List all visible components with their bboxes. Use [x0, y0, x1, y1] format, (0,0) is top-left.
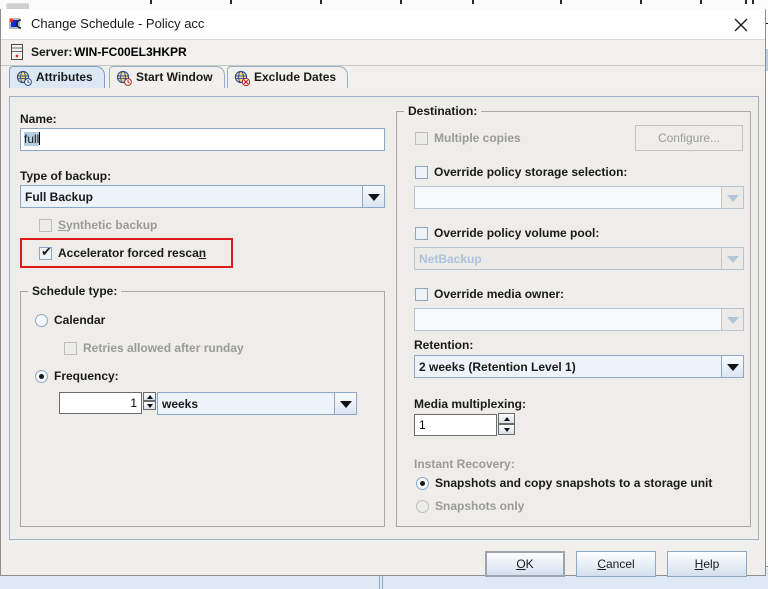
dialog-title: Change Schedule - Policy acc: [31, 16, 205, 31]
frequency-unit-value: weeks: [162, 397, 199, 411]
tab-strip: Attributes Start Window Exclude Dates: [1, 66, 765, 88]
cancel-button[interactable]: Cancel: [576, 551, 656, 577]
media-multiplexing-spinner[interactable]: [498, 413, 515, 435]
close-icon[interactable]: [725, 13, 757, 35]
type-of-backup-value: Full Backup: [25, 190, 94, 204]
frequency-label: Frequency:: [54, 369, 119, 383]
instant-recovery-label: Instant Recovery:: [414, 457, 515, 471]
server-icon: [11, 44, 23, 60]
media-multiplexing-value: 1: [419, 418, 426, 432]
chevron-down-icon[interactable]: [334, 393, 356, 414]
synthetic-backup-label: Synthetic backup: [58, 218, 158, 232]
retention-label: Retention:: [414, 338, 474, 352]
tab-attributes-label: Attributes: [36, 70, 93, 84]
accelerator-forced-rescan-checkbox[interactable]: ✔: [39, 246, 52, 260]
frequency-input[interactable]: 1: [59, 392, 142, 414]
clock-start-icon: [116, 70, 132, 86]
name-input[interactable]: full: [20, 128, 385, 151]
multiple-copies-checkbox: [415, 132, 428, 145]
media-multiplexing-label: Media multiplexing:: [414, 397, 527, 411]
schedule-type-group-title: Schedule type:: [28, 284, 122, 298]
override-policy-storage-combo: [414, 186, 744, 209]
calendar-radio[interactable]: [35, 314, 48, 327]
tab-start-window[interactable]: Start Window: [109, 66, 225, 88]
server-bar: Server: WIN-FC00EL3HKPR: [1, 40, 765, 66]
clock-exclude-icon: [234, 70, 251, 87]
retries-allowed-label: Retries allowed after runday: [83, 341, 244, 355]
name-input-value: full: [24, 132, 40, 146]
dialog-button-bar: OK Cancel Help: [1, 540, 765, 577]
override-policy-storage-checkbox[interactable]: [415, 166, 428, 179]
media-multiplexing-spinner-down[interactable]: [498, 424, 515, 435]
schedule-type-group: Schedule type: Calendar Retries allowed …: [20, 284, 385, 527]
frequency-radio[interactable]: [35, 370, 48, 383]
dialog-titlebar: Change Schedule - Policy acc: [1, 9, 765, 40]
calendar-label: Calendar: [54, 313, 106, 327]
configure-button: Configure...: [635, 125, 743, 151]
clock-globe-icon: [16, 70, 32, 86]
destination-group-title: Destination:: [404, 104, 482, 118]
chevron-down-icon[interactable]: [721, 356, 743, 377]
change-schedule-dialog: Change Schedule - Policy acc Server: WIN…: [0, 9, 766, 577]
media-multiplexing-spinner-up[interactable]: [498, 413, 515, 424]
chevron-down-icon[interactable]: [362, 186, 384, 207]
server-name: WIN-FC00EL3HKPR: [74, 45, 187, 59]
accelerator-forced-rescan-label: Accelerator forced rescan: [58, 246, 207, 260]
ok-button[interactable]: OK: [485, 551, 565, 577]
snapshots-only-radio: [416, 500, 429, 513]
media-multiplexing-input[interactable]: 1: [414, 414, 497, 436]
application-icon: [9, 17, 24, 32]
retention-combo[interactable]: 2 weeks (Retention Level 1): [414, 355, 744, 378]
retries-allowed-checkbox: [64, 342, 77, 355]
tab-attributes[interactable]: Attributes: [9, 66, 105, 88]
type-of-backup-combo[interactable]: Full Backup: [20, 185, 385, 208]
frequency-spinner-up[interactable]: [143, 392, 156, 401]
override-policy-volume-value: NetBackup: [419, 252, 482, 266]
synthetic-backup-rest: ynthetic backup: [66, 218, 158, 232]
override-media-owner-combo: [414, 308, 744, 331]
synthetic-backup-checkbox: [39, 219, 52, 232]
override-media-owner-label: Override media owner:: [434, 287, 565, 301]
frequency-value: 1: [130, 396, 137, 410]
name-label: Name:: [20, 112, 57, 126]
retention-value: 2 weeks (Retention Level 1): [419, 360, 576, 374]
frequency-spinner-down[interactable]: [143, 401, 156, 410]
tab-start-window-label: Start Window: [136, 70, 213, 84]
multiple-copies-label: Multiple copies: [434, 131, 521, 145]
chevron-down-icon: [721, 248, 743, 269]
override-policy-volume-checkbox[interactable]: [415, 227, 428, 240]
frequency-unit-combo[interactable]: weeks: [157, 392, 357, 415]
override-media-owner-checkbox[interactable]: [415, 288, 428, 301]
snapshots-and-copy-radio[interactable]: [416, 477, 429, 490]
snapshots-only-label: Snapshots only: [435, 499, 525, 513]
destination-group: Destination: Multiple copies Configure..…: [396, 104, 751, 527]
snapshots-and-copy-label: Snapshots and copy snapshots to a storag…: [435, 476, 713, 490]
chevron-down-icon: [721, 309, 743, 330]
chevron-down-icon: [721, 187, 743, 208]
frequency-spinner[interactable]: [143, 392, 156, 410]
type-of-backup-label: Type of backup:: [20, 169, 112, 183]
server-label: Server:: [31, 45, 73, 59]
attributes-panel: Name: full Type of backup: Full Backup S…: [9, 96, 759, 540]
override-policy-volume-label: Override policy volume pool:: [434, 226, 600, 240]
override-policy-storage-label: Override policy storage selection:: [434, 165, 628, 179]
help-button[interactable]: Help: [667, 551, 747, 577]
tab-exclude-dates[interactable]: Exclude Dates: [227, 66, 349, 88]
tab-exclude-dates-label: Exclude Dates: [254, 70, 337, 84]
override-policy-volume-combo: NetBackup: [414, 247, 744, 270]
